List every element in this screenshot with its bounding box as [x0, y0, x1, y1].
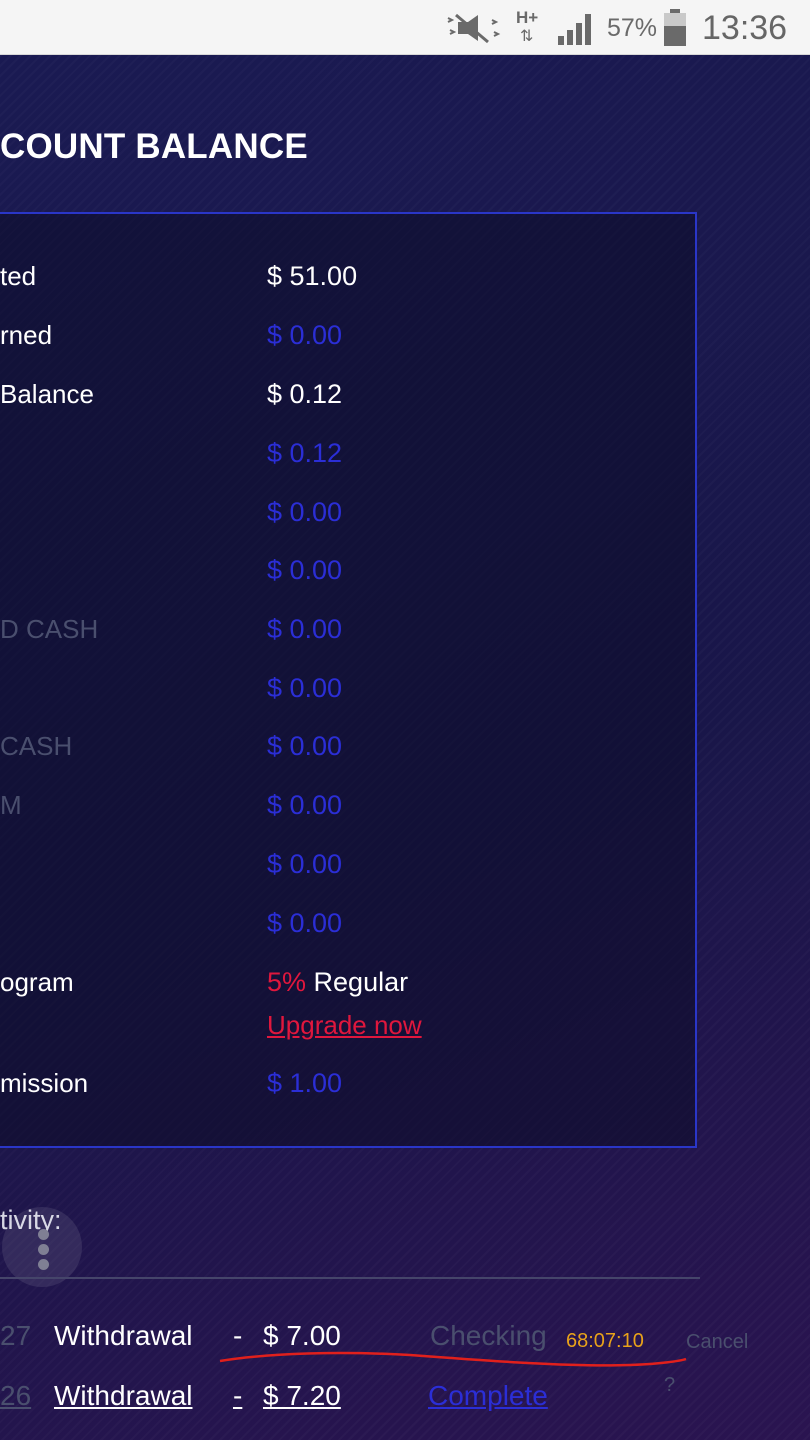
- balance-row-value: $ 0.00: [267, 790, 343, 820]
- activity-type: Withdrawal: [54, 1320, 193, 1351]
- battery-percent: 57%: [607, 14, 658, 42]
- page-title: COUNT BALANCE: [0, 127, 308, 166]
- activity-amount[interactable]: $ 7.20: [263, 1380, 341, 1412]
- balance-row-label: D CASH: [0, 614, 99, 644]
- program-label: ogram: [0, 967, 74, 997]
- network-type-label: H+: [516, 8, 539, 27]
- program-tier: Regular: [313, 967, 409, 997]
- mute-vibrate-icon: [447, 13, 501, 44]
- balance-row-label: CASH: [0, 731, 73, 761]
- balance-row-value: $ 0.00: [267, 555, 343, 585]
- balance-row-value: $ 0.12: [267, 438, 343, 468]
- commission-label: mission: [0, 1068, 89, 1098]
- account-balance-screen: COUNT BALANCE ted $ 51.00 rned $ 0.00 Ba…: [0, 55, 810, 1440]
- more-options-button[interactable]: [2, 1207, 82, 1287]
- status-bar: H+ ⇅ 57% 13:36: [0, 0, 810, 55]
- annotation-underline: [219, 1351, 687, 1367]
- balance-row-value: $ 0.00: [267, 673, 343, 703]
- help-icon[interactable]: ?: [664, 1369, 675, 1401]
- network-data-icon: H+ ⇅: [516, 8, 546, 48]
- activity-type[interactable]: Withdrawal: [54, 1380, 192, 1412]
- balance-panel: [0, 212, 697, 1148]
- balance-row-value: $ 0.00: [267, 320, 343, 350]
- balance-row-label: M: [0, 790, 22, 820]
- commission-value: $ 1.00: [267, 1068, 343, 1098]
- more-options-icon-dot: [38, 1244, 49, 1255]
- balance-row-value: $ 0.00: [267, 908, 343, 938]
- balance-row-value: $ 0.00: [267, 731, 343, 761]
- more-options-icon-dot: [38, 1259, 49, 1270]
- activity-status-link[interactable]: Complete: [428, 1380, 548, 1412]
- activity-date: 27: [0, 1320, 32, 1351]
- balance-row-value: $ 0.12: [267, 379, 343, 409]
- signal-strength-icon: [558, 14, 591, 45]
- clock-time: 13:36: [702, 9, 788, 47]
- data-arrows-icon: ⇅: [520, 28, 534, 45]
- balance-row-value: $ 0.00: [267, 849, 343, 879]
- program-value: 5% Regular: [267, 967, 408, 997]
- activity-date: 26: [0, 1380, 32, 1411]
- divider: [0, 1277, 700, 1279]
- balance-row-label: Balance: [0, 379, 94, 409]
- activity-separator: -: [233, 1380, 243, 1411]
- balance-row-label: ted: [0, 261, 37, 291]
- upgrade-now-link[interactable]: Upgrade now: [267, 1010, 422, 1040]
- battery-icon: [664, 9, 686, 46]
- balance-row-value: $ 0.00: [267, 497, 343, 527]
- balance-row-value: $ 0.00: [267, 614, 343, 644]
- more-options-icon: [38, 1229, 49, 1240]
- program-percent: 5%: [267, 967, 307, 997]
- balance-row-value: $ 51.00: [267, 261, 358, 291]
- balance-row-label: rned: [0, 320, 53, 350]
